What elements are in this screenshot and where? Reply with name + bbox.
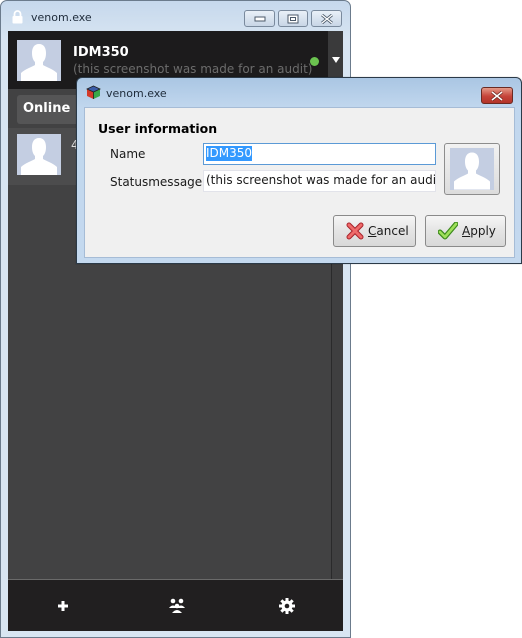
close-button[interactable] bbox=[311, 10, 342, 27]
chevron-down-icon bbox=[331, 57, 340, 63]
default-avatar-icon bbox=[21, 44, 57, 81]
avatar-select-button[interactable] bbox=[444, 143, 500, 195]
group-icon bbox=[169, 598, 185, 613]
name-label: Name bbox=[110, 147, 146, 161]
add-friend-button[interactable] bbox=[51, 594, 75, 618]
minimize-icon bbox=[254, 16, 265, 21]
profile-name: IDM350 bbox=[73, 45, 129, 60]
cancel-label: Cancel bbox=[368, 224, 409, 238]
plus-icon bbox=[58, 601, 68, 611]
dialog-close-button[interactable] bbox=[481, 87, 513, 104]
status-filter-label: Online bbox=[23, 101, 71, 116]
name-input-value: IDM350 bbox=[206, 146, 253, 161]
bottom-toolbar bbox=[8, 579, 343, 631]
apply-label: Apply bbox=[462, 224, 496, 238]
dialog-titlebar[interactable]: venom.exe bbox=[77, 78, 521, 106]
restore-icon bbox=[287, 14, 299, 23]
profile-status-message: (this screenshot was made for an audit) bbox=[73, 62, 313, 76]
app-cube-icon bbox=[86, 85, 101, 99]
window-title: venom.exe bbox=[31, 11, 92, 24]
status-message-input[interactable]: (this screenshot was made for an audit) bbox=[203, 170, 436, 192]
green-check-icon bbox=[438, 222, 458, 240]
cancel-button[interactable]: Cancel bbox=[333, 215, 416, 247]
avatar-preview bbox=[450, 148, 494, 190]
groupchat-button[interactable] bbox=[165, 594, 189, 618]
gear-icon bbox=[279, 598, 295, 614]
dialog-body: User information Name IDM350 Statusmessa… bbox=[84, 107, 515, 258]
dialog-title: venom.exe bbox=[106, 87, 167, 100]
friend-avatar bbox=[17, 134, 61, 175]
maximize-button[interactable] bbox=[278, 10, 308, 27]
main-titlebar[interactable]: venom.exe bbox=[1, 1, 350, 31]
name-input[interactable]: IDM350 bbox=[203, 143, 436, 165]
red-x-icon bbox=[346, 222, 364, 240]
close-icon bbox=[491, 90, 503, 101]
user-info-dialog: venom.exe User information Name IDM350 S… bbox=[76, 77, 522, 264]
group-title: User information bbox=[98, 121, 218, 136]
default-avatar-icon bbox=[21, 138, 57, 175]
status-message-label: Statusmessage bbox=[110, 175, 203, 189]
apply-button[interactable]: Apply bbox=[425, 215, 506, 247]
settings-button[interactable] bbox=[275, 594, 299, 618]
profile-avatar[interactable] bbox=[17, 40, 61, 81]
close-icon bbox=[320, 13, 333, 24]
minimize-button[interactable] bbox=[244, 10, 275, 27]
lock-icon bbox=[12, 10, 23, 24]
default-avatar-icon bbox=[454, 152, 490, 190]
online-status-indicator bbox=[310, 57, 319, 66]
